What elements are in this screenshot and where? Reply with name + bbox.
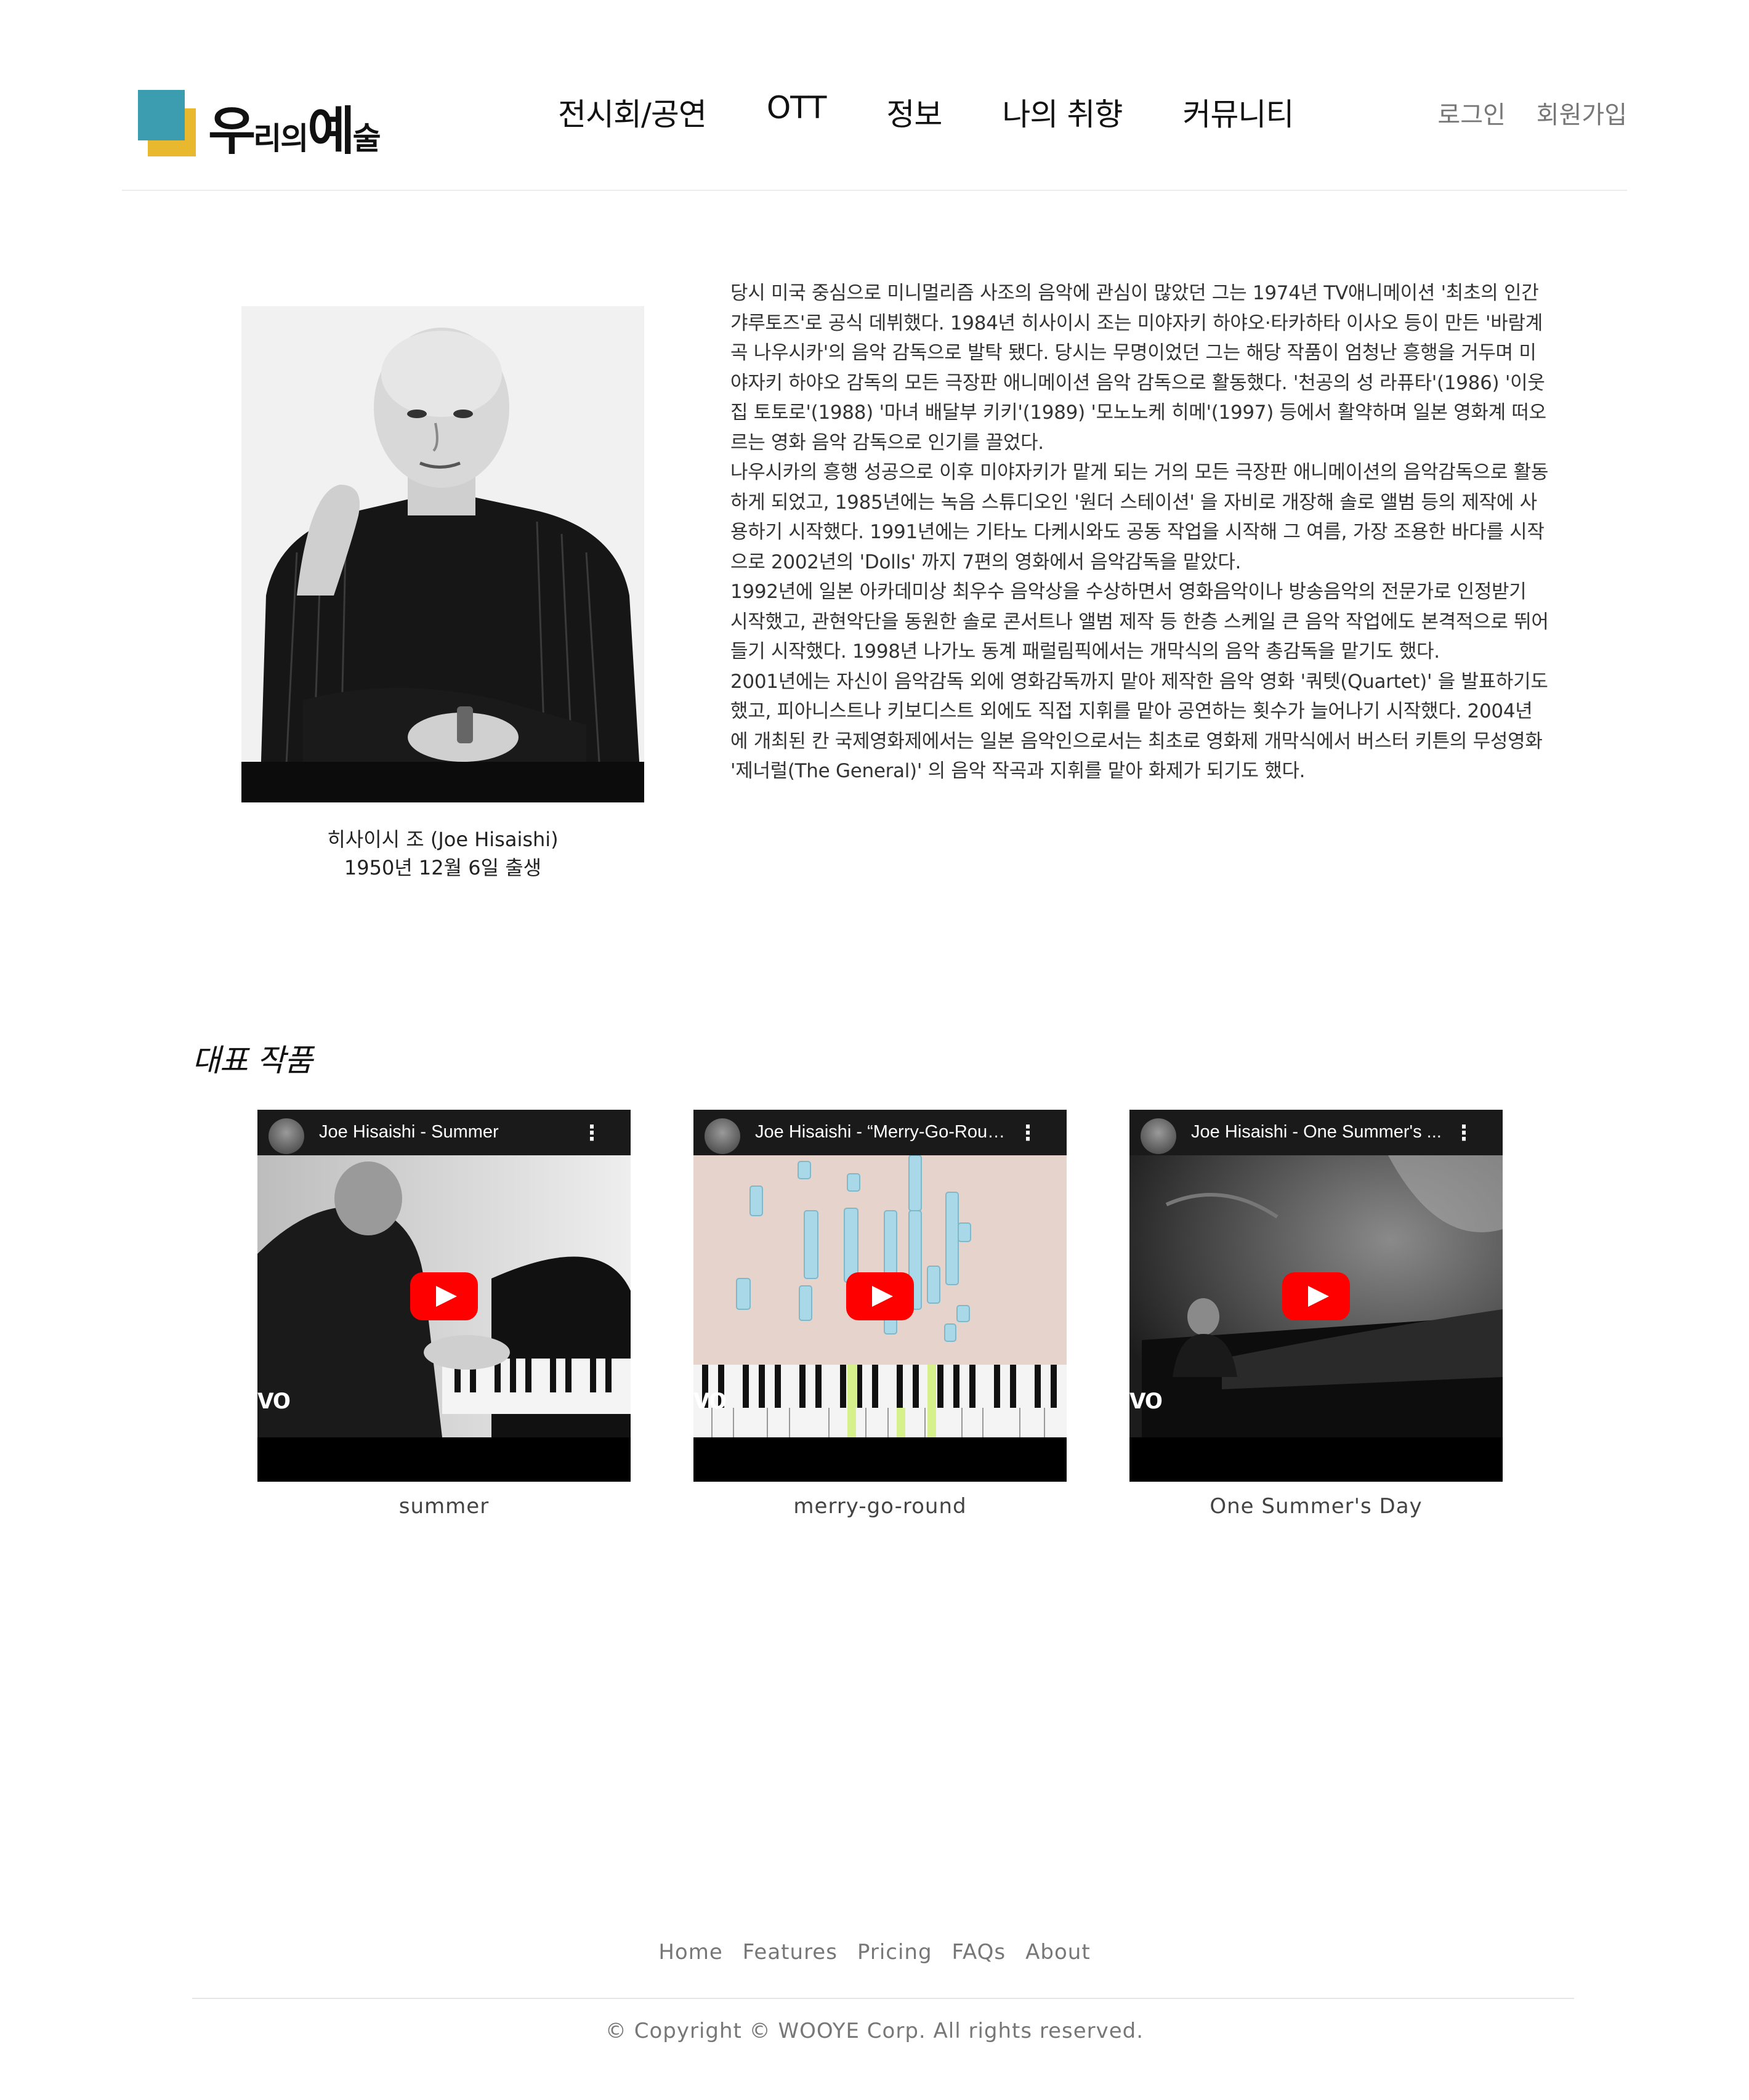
play-icon[interactable] xyxy=(410,1272,478,1320)
footer-link-pricing[interactable]: Pricing xyxy=(857,1940,932,1965)
video-embed-summer[interactable]: Joe Hisaishi - Summer ⋮ vo xyxy=(257,1110,631,1482)
channel-avatar[interactable] xyxy=(705,1118,740,1154)
footer-divider xyxy=(192,1998,1574,1999)
bio-paragraph-1: 당시 미국 중심으로 미니멀리즘 사조의 음악에 관심이 많았던 그는 1974… xyxy=(730,282,1546,454)
logo-teal-square xyxy=(138,90,185,140)
logo-char-1: 우 xyxy=(208,101,256,161)
bio-paragraph-4: 2001년에는 자신이 음악감독 외에 영화감독까지 맡아 제작한 음악 영화 … xyxy=(730,670,1548,783)
bio-paragraph-2: 나우시카의 흥행 성공으로 이후 미야자키가 맡게 되는 거의 모든 극장판 애… xyxy=(730,461,1549,573)
nav-my-taste[interactable]: 나의 취향 xyxy=(1002,90,1123,134)
channel-avatar[interactable] xyxy=(269,1118,304,1154)
artist-birth: 1950년 12월 6일 출생 xyxy=(344,856,542,879)
artist-name: 히사이시 조 (Joe Hisaishi) xyxy=(327,828,559,851)
play-icon[interactable] xyxy=(1282,1272,1350,1320)
vevo-watermark: vo xyxy=(1129,1383,1163,1415)
nav-community[interactable]: 커뮤니티 xyxy=(1182,90,1294,134)
video-title-bar: Joe Hisaishi - One Summer's ... ⋮ xyxy=(1129,1110,1503,1155)
logo-char-4: 술 xyxy=(352,121,381,156)
video-title[interactable]: Joe Hisaishi - One Summer's ... xyxy=(1191,1122,1444,1142)
nav-ott[interactable]: OTT xyxy=(767,90,827,134)
video-title-bar: Joe Hisaishi - “Merry-Go-Roun... ⋮ xyxy=(693,1110,1067,1155)
logo-char-2: 리의 xyxy=(253,121,309,156)
signup-link[interactable]: 회원가입 xyxy=(1537,95,1627,131)
more-options-icon[interactable]: ⋮ xyxy=(581,1121,602,1145)
footer-link-home[interactable]: Home xyxy=(658,1940,722,1965)
footer-nav: Home Features Pricing FAQs About xyxy=(0,1940,1749,1965)
artist-caption: 히사이시 조 (Joe Hisaishi) 1950년 12월 6일 출생 xyxy=(241,825,644,882)
video-embed-one-summers-day[interactable]: Joe Hisaishi - One Summer's ... ⋮ vo xyxy=(1129,1110,1503,1482)
video-embed-merry-go-round[interactable]: Joe Hisaishi - “Merry-Go-Roun... ⋮ vo xyxy=(693,1110,1067,1482)
more-options-icon[interactable]: ⋮ xyxy=(1017,1121,1038,1145)
artist-photo xyxy=(241,306,644,802)
login-link[interactable]: 로그인 xyxy=(1437,95,1505,131)
site-header: 우리의예술 전시회/공연 OTT 정보 나의 취향 커뮤니티 로그인 회원가입 xyxy=(122,0,1627,191)
video-title[interactable]: Joe Hisaishi - Summer xyxy=(319,1122,572,1142)
video-caption-summer: summer xyxy=(398,1494,490,1519)
auth-links: 로그인 회원가입 xyxy=(1407,95,1627,131)
video-caption-one-summers-day: One Summer's Day xyxy=(1210,1494,1423,1519)
bio-paragraph-3: 1992년에 일본 아카데미상 최우수 음악상을 수상하면서 영화음악이나 방송… xyxy=(730,581,1549,663)
artist-biography: 당시 미국 중심으로 미니멀리즘 사조의 음악에 관심이 많았던 그는 1974… xyxy=(730,278,1549,786)
logo-wordmark: 우리의예술 xyxy=(208,90,381,164)
footer-link-features[interactable]: Features xyxy=(743,1940,838,1965)
footer-link-about[interactable]: About xyxy=(1025,1940,1091,1965)
artist-portrait-illustration xyxy=(241,306,644,802)
nav-exhibition[interactable]: 전시회/공연 xyxy=(558,90,707,134)
vevo-watermark: vo xyxy=(257,1383,291,1415)
channel-avatar[interactable] xyxy=(1141,1118,1176,1154)
nav-info[interactable]: 정보 xyxy=(886,90,942,134)
video-caption-merry-go-round: merry-go-round xyxy=(793,1494,967,1519)
play-icon[interactable] xyxy=(846,1272,914,1320)
footer-link-faqs[interactable]: FAQs xyxy=(952,1940,1006,1965)
main-nav: 전시회/공연 OTT 정보 나의 취향 커뮤니티 xyxy=(558,90,1294,134)
more-options-icon[interactable]: ⋮ xyxy=(1453,1121,1474,1145)
vevo-watermark: vo xyxy=(693,1383,727,1415)
copyright-text: © Copyright © WOOYE Corp. All rights res… xyxy=(605,2019,1144,2043)
video-title-bar: Joe Hisaishi - Summer ⋮ xyxy=(257,1110,631,1155)
site-logo[interactable]: 우리의예술 xyxy=(138,90,390,164)
works-section-title: 대표 작품 xyxy=(192,1043,313,1078)
logo-char-3: 예 xyxy=(307,101,355,161)
video-title[interactable]: Joe Hisaishi - “Merry-Go-Roun... xyxy=(755,1122,1008,1142)
